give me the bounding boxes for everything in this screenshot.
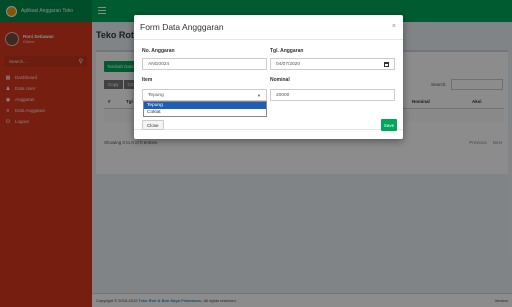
item-dropdown-list: Tepung Coklat	[143, 101, 267, 117]
form-modal: Form Data Angggaran × No. Anggaran ANG00…	[134, 15, 403, 139]
nominal-field[interactable]: 20000	[270, 89, 395, 101]
no-anggaran-label: No. Anggaran	[142, 48, 175, 54]
save-button[interactable]: Save	[381, 119, 397, 131]
chevron-down-icon: ▼	[257, 92, 261, 98]
tgl-anggaran-value: 04/07/2020	[276, 61, 301, 67]
modal-header: Form Data Angggaran	[134, 15, 403, 40]
dropdown-option-coklat[interactable]: Coklat	[144, 109, 266, 116]
item-select[interactable]: Tepung ▼	[142, 89, 267, 101]
modal-footer	[134, 129, 403, 130]
close-button[interactable]: Close	[142, 120, 164, 130]
nominal-value: 20000	[276, 92, 290, 98]
close-icon[interactable]: ×	[392, 23, 396, 30]
item-label: Item	[142, 77, 153, 83]
item-selected-value: Tepung	[148, 92, 164, 98]
no-anggaran-value: ANG0024	[148, 61, 170, 67]
calendar-icon[interactable]	[384, 61, 389, 67]
modal-title: Form Data Angggaran	[140, 22, 224, 32]
nominal-label: Nominal	[270, 77, 290, 83]
tgl-anggaran-field[interactable]: 04/07/2020	[270, 58, 395, 70]
tgl-anggaran-label: Tgl. Anggaran	[270, 48, 304, 54]
no-anggaran-field[interactable]: ANG0024	[142, 58, 267, 70]
dropdown-option-tepung[interactable]: Tepung	[144, 102, 266, 109]
